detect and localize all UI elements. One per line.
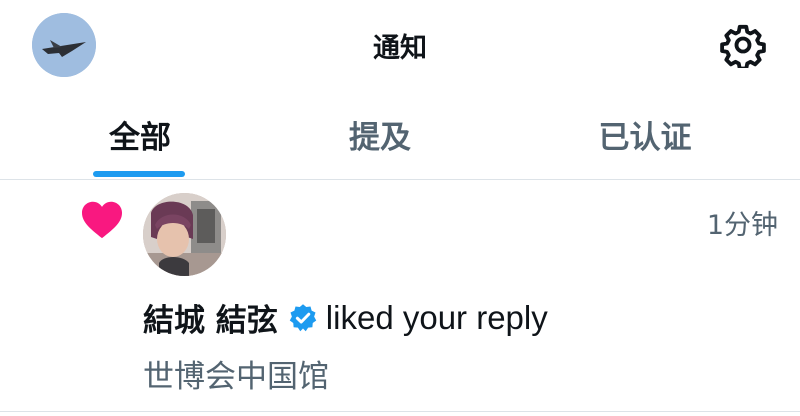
tab-all[interactable]: 全部 [40, 96, 240, 180]
gear-icon [720, 24, 766, 71]
notification-item[interactable]: 1分钟 結城 結弦 liked your reply 世博会中国馆 [0, 181, 800, 416]
heart-icon [82, 201, 122, 239]
settings-button[interactable] [720, 22, 766, 71]
tab-bar: 全部 提及 已认证 [0, 96, 800, 180]
user-avatar[interactable] [143, 193, 226, 276]
verified-badge-icon [289, 303, 317, 331]
action-text: liked your reply [325, 298, 548, 336]
top-header: 通知 [0, 0, 800, 92]
page-title: 通知 [373, 33, 427, 64]
notification-text: 結城 結弦 liked your reply [143, 295, 548, 340]
tab-label: 已认证 [598, 120, 692, 156]
user-name[interactable]: 結城 結弦 [143, 295, 278, 340]
timestamp: 1分钟 [706, 210, 778, 241]
tab-verified[interactable]: 已认证 [540, 96, 750, 180]
person-photo [143, 193, 226, 276]
liked-post-text: 世博会中国馆 [143, 359, 329, 395]
divider [0, 411, 800, 412]
tab-label: 全部 [109, 120, 171, 156]
tab-label: 提及 [349, 120, 411, 156]
active-tab-indicator [93, 171, 185, 177]
tab-mentions[interactable]: 提及 [280, 96, 480, 180]
